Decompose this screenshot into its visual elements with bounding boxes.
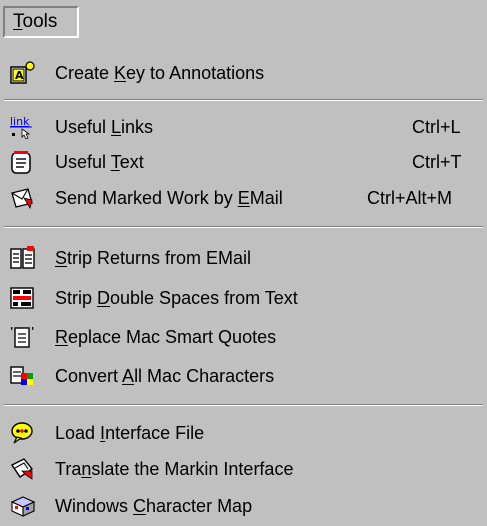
menu-item-shortcut: Ctrl+L: [412, 117, 461, 137]
menu-item-label: Load Interface File: [55, 423, 205, 443]
menu-item-label: Send Marked Work by EMail: [55, 188, 283, 208]
menu-item-strip-double-spaces[interactable]: Strip Double Spaces from Text: [0, 279, 487, 317]
menu-item-shortcut: Ctrl+T: [412, 152, 462, 172]
menu-item-label: Replace Mac Smart Quotes: [55, 327, 277, 347]
annotation-key-icon: A: [10, 61, 36, 85]
svg-text:link: link: [10, 115, 30, 128]
menu-item-translate-interface[interactable]: Translate the Markin Interface: [0, 450, 487, 488]
translate-icon: [10, 457, 36, 481]
menu-separator: [4, 226, 483, 228]
menu-tools-post: ools: [22, 11, 58, 32]
menu-item-send-marked-work[interactable]: Send Marked Work by EMail Ctrl+Alt+M: [0, 179, 487, 217]
menu-item-label: Create Key to Annotations: [55, 63, 265, 83]
menu-item-label: Useful Links: [55, 117, 154, 137]
menu-item-character-map[interactable]: Windows Character Map: [0, 487, 487, 525]
menu-bar: Tools: [0, 0, 487, 44]
character-map-icon: [10, 494, 36, 518]
menu-item-label: Useful Text: [55, 152, 144, 172]
menu-item-shortcut: Ctrl+Alt+M: [367, 188, 453, 208]
speech-bubble-icon: [10, 421, 36, 445]
link-icon: link: [10, 115, 36, 139]
menu-item-label: Strip Double Spaces from Text: [55, 288, 298, 308]
svg-text:': ': [10, 325, 13, 338]
menu-item-replace-smart-quotes[interactable]: ' ' Replace Mac Smart Quotes: [0, 318, 487, 356]
menu-item-strip-returns[interactable]: Strip Returns from EMail: [0, 239, 487, 277]
menu-item-label: Strip Returns from EMail: [55, 248, 252, 268]
strip-returns-icon: [10, 246, 36, 270]
menu-separator: [4, 404, 483, 406]
svg-text:': ': [31, 325, 34, 338]
menu-tools-accel: T: [13, 11, 23, 32]
menu-item-useful-text[interactable]: Useful Text Ctrl+T: [0, 143, 487, 181]
menu-item-load-interface-file[interactable]: Load Interface File: [0, 414, 487, 452]
menu-item-convert-mac-characters[interactable]: Convert All Mac Characters: [0, 357, 487, 395]
tools-dropdown-menu: A Create Key to Annotations link Useful …: [0, 44, 487, 526]
menu-tools[interactable]: Tools: [3, 6, 79, 38]
menu-item-label: Windows Character Map: [55, 496, 253, 516]
menu-item-label: Translate the Markin Interface: [55, 459, 294, 479]
notepad-icon: [10, 150, 36, 174]
smart-quotes-icon: ' ': [10, 325, 36, 349]
email-send-icon: [10, 186, 36, 210]
menu-separator: [4, 99, 483, 101]
convert-characters-icon: [10, 364, 36, 388]
strip-spaces-icon: [10, 286, 36, 310]
menu-item-useful-links[interactable]: link Useful Links Ctrl+L: [0, 108, 487, 146]
menu-item-label: Convert All Mac Characters: [55, 366, 275, 386]
svg-text:A: A: [15, 69, 24, 82]
menu-item-create-key[interactable]: A Create Key to Annotations: [0, 54, 487, 92]
